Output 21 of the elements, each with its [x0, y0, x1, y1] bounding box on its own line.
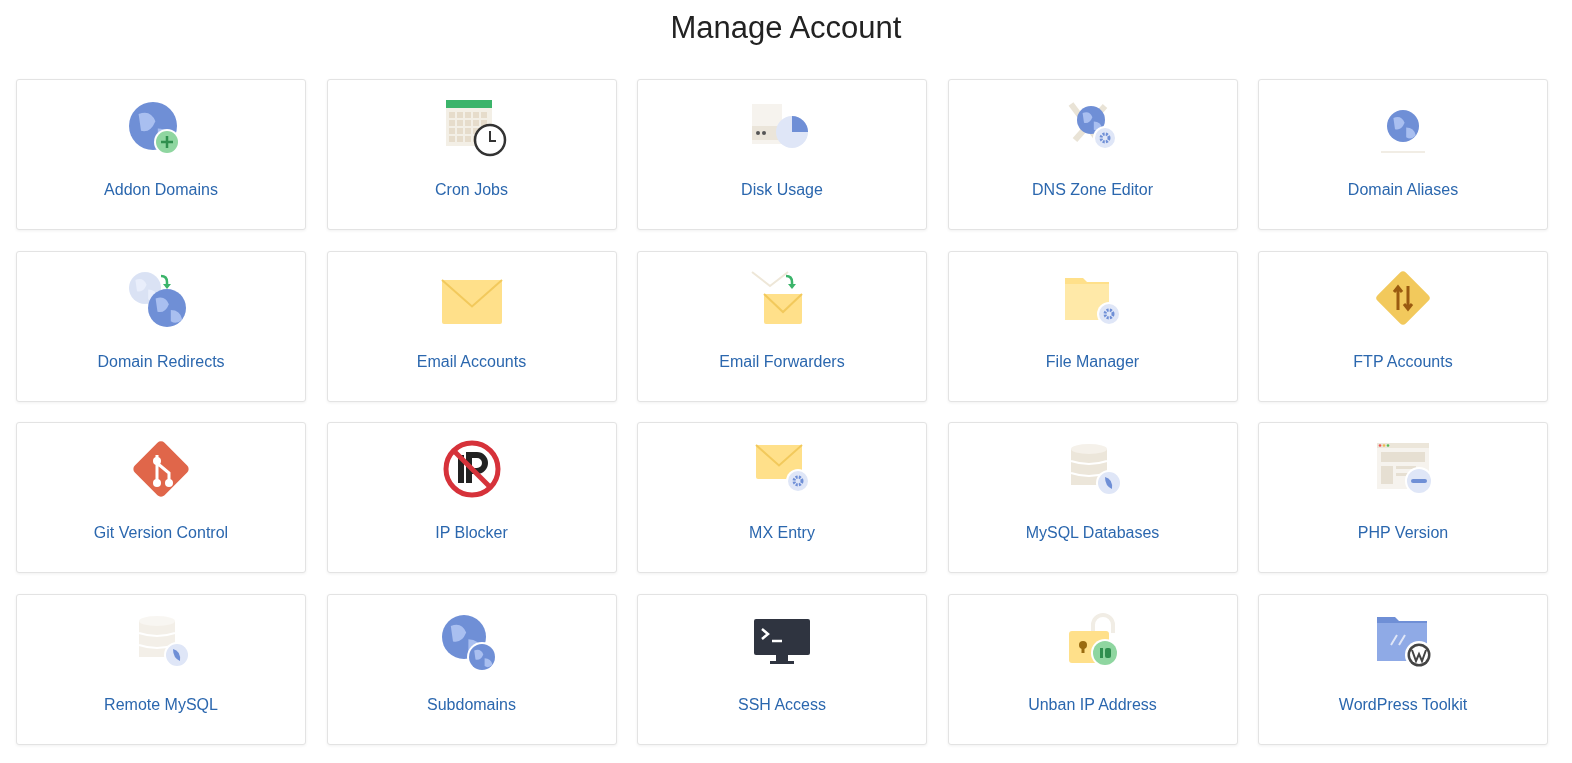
tool-tile[interactable]: Email Accounts	[326, 250, 617, 402]
tool-tile[interactable]: Unban IP Address	[947, 593, 1238, 745]
tool-tile[interactable]: WordPress Toolkit	[1258, 593, 1548, 745]
tool-tile[interactable]: FTP Accounts	[1258, 250, 1548, 402]
tool-tile[interactable]: Addon Domains	[16, 79, 306, 230]
tool-tile[interactable]: IP Blocker	[326, 422, 617, 573]
tool-tile[interactable]: Cron Jobs	[326, 79, 617, 230]
tool-tile[interactable]: Domain Redirects	[16, 250, 306, 402]
tool-tile[interactable]: PHP Version	[1258, 422, 1548, 573]
tool-tile[interactable]: Email Forwarders	[637, 250, 927, 402]
tool-tile[interactable]: MX Entry	[637, 422, 927, 573]
tool-tile[interactable]: Subdomains	[326, 593, 617, 745]
page-title: Manage Account	[669, 9, 903, 47]
tool-tile[interactable]: Git Version Control	[16, 422, 306, 573]
tool-tile[interactable]: Disk Usage	[637, 79, 927, 230]
tool-tile[interactable]: File Manager	[947, 250, 1238, 402]
tool-tile[interactable]: DNS Zone Editor	[947, 79, 1238, 230]
tool-tile[interactable]: MySQL Databases	[947, 422, 1238, 573]
tool-tile[interactable]: Domain Aliases	[1258, 79, 1548, 230]
tool-tile[interactable]: Remote MySQL	[16, 593, 306, 745]
tool-tile[interactable]: SSH Access	[637, 593, 927, 745]
